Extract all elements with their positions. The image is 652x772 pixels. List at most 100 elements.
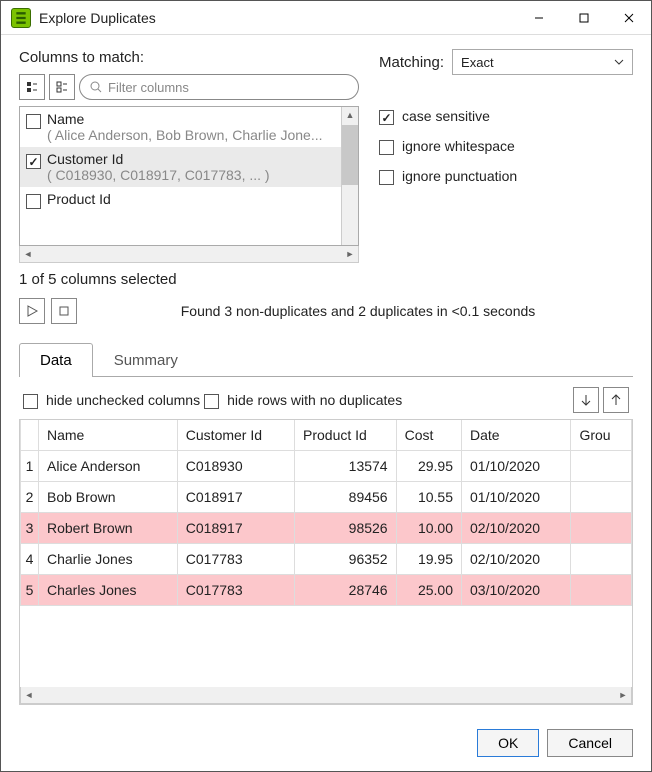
cancel-button[interactable]: Cancel (547, 729, 633, 757)
table-row[interactable]: 4Charlie JonesC0177839635219.9502/10/202… (21, 544, 632, 575)
column-header[interactable]: Grou (571, 420, 632, 451)
cell[interactable]: C018917 (177, 513, 294, 544)
cell[interactable]: C017783 (177, 544, 294, 575)
column-item[interactable]: Customer Id( C018930, C018917, C017783, … (20, 147, 341, 187)
matching-value: Exact (461, 55, 494, 70)
cell[interactable]: 02/10/2020 (462, 544, 571, 575)
maximize-button[interactable] (561, 1, 606, 35)
matching-select[interactable]: Exact (452, 49, 633, 75)
table-row[interactable]: 5Charles JonesC0177832874625.0003/10/202… (21, 575, 632, 606)
table-row[interactable]: 2Bob BrownC0189178945610.5501/10/2020 (21, 482, 632, 513)
result-status: Found 3 non-duplicates and 2 duplicates … (83, 303, 633, 319)
column-checkbox[interactable] (26, 114, 41, 129)
minimize-button[interactable] (516, 1, 561, 35)
scroll-up-icon[interactable]: ▲ (342, 107, 358, 123)
checklist-vscroll[interactable]: ▲ (341, 107, 358, 245)
cell[interactable]: C018930 (177, 451, 294, 482)
cell[interactable]: Robert Brown (39, 513, 178, 544)
ignore-whitespace-checkbox[interactable] (379, 140, 394, 155)
tab-data[interactable]: Data (19, 343, 93, 377)
close-button[interactable] (606, 1, 651, 35)
deselect-all-button[interactable] (49, 74, 75, 100)
column-item[interactable]: Name( Alice Anderson, Bob Brown, Charlie… (20, 107, 341, 147)
scroll-thumb[interactable] (342, 125, 358, 185)
column-header[interactable]: Cost (396, 420, 461, 451)
hide-no-dup-label: hide rows with no duplicates (227, 392, 402, 408)
column-header[interactable]: Name (39, 420, 178, 451)
cell[interactable]: 29.95 (396, 451, 461, 482)
matching-label: Matching: (379, 54, 444, 71)
cell[interactable]: 13574 (295, 451, 397, 482)
cell[interactable]: 1 (21, 451, 39, 482)
column-sample: ( Alice Anderson, Bob Brown, Charlie Jon… (47, 127, 322, 143)
column-sample: ( C018930, C018917, C017783, ... ) (47, 167, 270, 183)
column-item[interactable]: Product Id (20, 187, 341, 213)
ok-button[interactable]: OK (477, 729, 539, 757)
column-header[interactable]: Product Id (295, 420, 397, 451)
filter-columns-input[interactable]: Filter columns (79, 74, 359, 100)
column-name: Product Id (47, 191, 111, 207)
table-row[interactable]: 1Alice AndersonC0189301357429.9501/10/20… (21, 451, 632, 482)
table-row[interactable]: 3Robert BrownC0189179852610.0002/10/2020 (21, 513, 632, 544)
scroll-left-icon[interactable]: ◄ (21, 687, 37, 703)
table-hscroll[interactable]: ◄ ► (20, 687, 632, 704)
cell[interactable]: 5 (21, 575, 39, 606)
cell[interactable]: 25.00 (396, 575, 461, 606)
cell[interactable]: Alice Anderson (39, 451, 178, 482)
filter-placeholder: Filter columns (108, 80, 189, 95)
cell[interactable]: 01/10/2020 (462, 482, 571, 513)
hide-no-dup-checkbox[interactable] (204, 394, 219, 409)
cell[interactable]: 2 (21, 482, 39, 513)
column-checkbox[interactable] (26, 154, 41, 169)
chevron-down-icon (614, 57, 624, 67)
ignore-punctuation-checkbox[interactable] (379, 170, 394, 185)
tab-summary[interactable]: Summary (93, 343, 199, 377)
cell[interactable]: Charles Jones (39, 575, 178, 606)
stop-button[interactable] (51, 298, 77, 324)
hide-unchecked-checkbox[interactable] (23, 394, 38, 409)
cell[interactable]: C017783 (177, 575, 294, 606)
column-checkbox[interactable] (26, 194, 41, 209)
case-sensitive-label: case sensitive (402, 108, 490, 124)
cell[interactable]: 3 (21, 513, 39, 544)
app-icon (11, 8, 31, 28)
cell[interactable]: 03/10/2020 (462, 575, 571, 606)
cell[interactable]: 28746 (295, 575, 397, 606)
case-sensitive-checkbox[interactable] (379, 110, 394, 125)
cell[interactable]: 98526 (295, 513, 397, 544)
column-header[interactable]: Customer Id (177, 420, 294, 451)
cell[interactable]: Bob Brown (39, 482, 178, 513)
cell[interactable] (571, 513, 632, 544)
run-button[interactable] (19, 298, 45, 324)
cell[interactable]: 19.95 (396, 544, 461, 575)
columns-checklist[interactable]: Name( Alice Anderson, Bob Brown, Charlie… (19, 106, 359, 246)
scroll-right-icon[interactable]: ► (342, 246, 358, 262)
select-all-button[interactable] (19, 74, 45, 100)
titlebar: Explore Duplicates (1, 1, 651, 35)
data-table: NameCustomer IdProduct IdCostDateGrou 1A… (19, 419, 633, 705)
column-name: Customer Id (47, 151, 270, 167)
cell[interactable]: 02/10/2020 (462, 513, 571, 544)
column-header[interactable]: Date (462, 420, 571, 451)
move-down-button[interactable] (573, 387, 599, 413)
move-up-button[interactable] (603, 387, 629, 413)
cell[interactable]: 10.55 (396, 482, 461, 513)
window-title: Explore Duplicates (39, 10, 516, 26)
hide-unchecked-label: hide unchecked columns (46, 392, 200, 408)
scroll-right-icon[interactable]: ► (615, 687, 631, 703)
cell[interactable]: 01/10/2020 (462, 451, 571, 482)
cell[interactable]: 89456 (295, 482, 397, 513)
cell[interactable]: Charlie Jones (39, 544, 178, 575)
cell[interactable]: C018917 (177, 482, 294, 513)
cell[interactable] (571, 575, 632, 606)
cell[interactable]: 4 (21, 544, 39, 575)
cell[interactable] (571, 451, 632, 482)
cell[interactable]: 96352 (295, 544, 397, 575)
cell[interactable] (571, 482, 632, 513)
cell[interactable]: 10.00 (396, 513, 461, 544)
scroll-left-icon[interactable]: ◄ (20, 246, 36, 262)
rownum-header[interactable] (21, 420, 39, 451)
checklist-hscroll[interactable]: ◄ ► (19, 246, 359, 263)
selection-status: 1 of 5 columns selected (19, 271, 359, 288)
cell[interactable] (571, 544, 632, 575)
